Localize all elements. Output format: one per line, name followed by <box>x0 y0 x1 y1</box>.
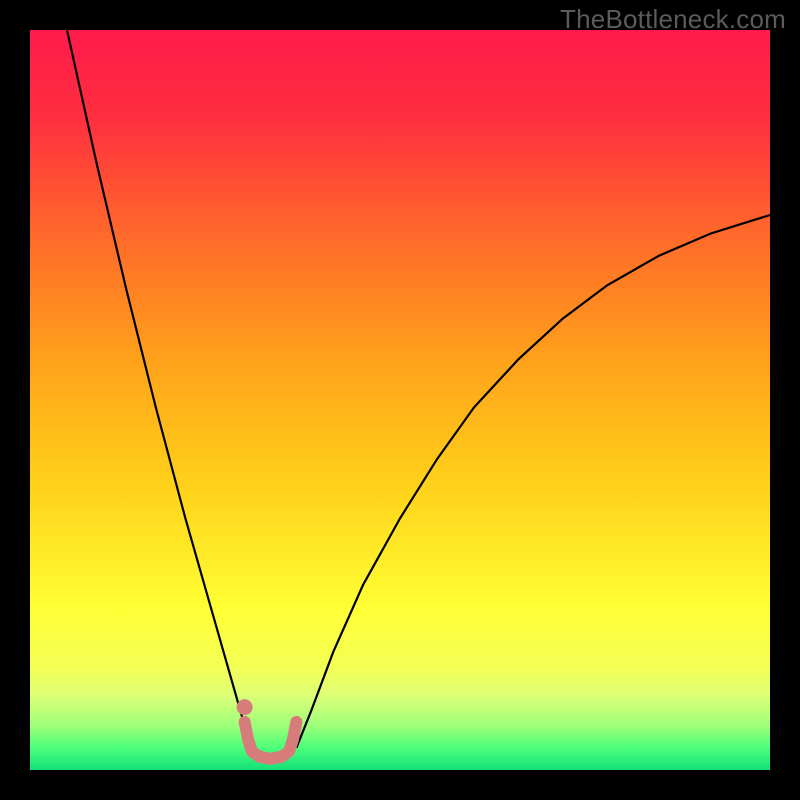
watermark-label: TheBottleneck.com <box>560 4 786 35</box>
chart-svg <box>30 30 770 770</box>
chart-plot-area <box>30 30 770 770</box>
chart-background <box>30 30 770 770</box>
series-highlight-dot <box>237 699 253 715</box>
chart-frame: TheBottleneck.com <box>0 0 800 800</box>
